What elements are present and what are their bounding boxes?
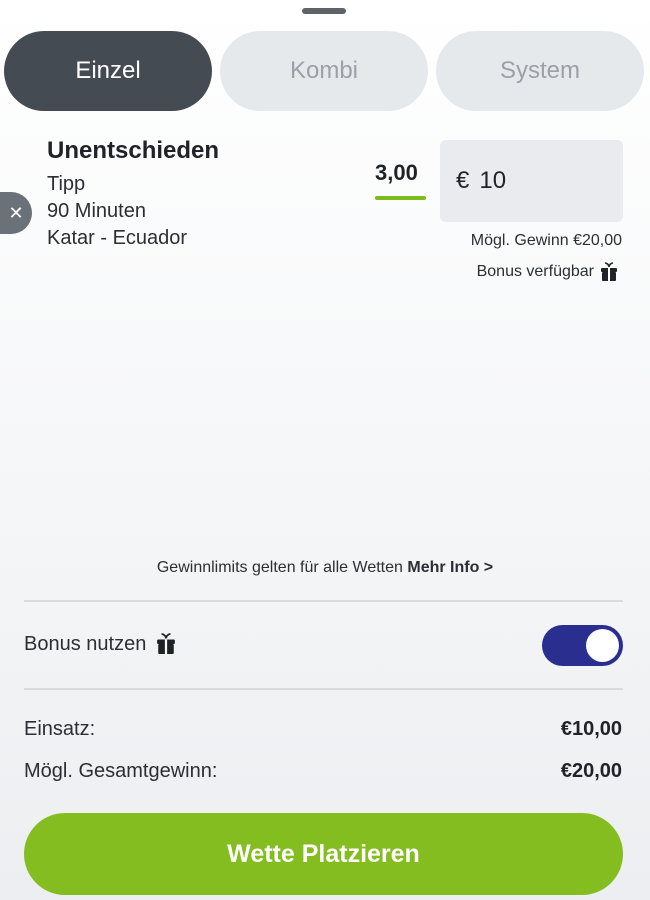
win-limits-text: Gewinnlimits gelten für alle Wetten	[156, 559, 403, 576]
stake-input[interactable]: € 10	[440, 140, 623, 222]
total-win-value: €20,00	[560, 760, 622, 782]
bet-market: Tipp	[47, 173, 86, 195]
close-icon: ✕	[8, 202, 24, 223]
toggle-knob	[586, 629, 619, 662]
place-bet-button[interactable]: Wette Platzieren	[24, 813, 623, 895]
bonus-use-row: Bonus nutzen	[24, 632, 176, 656]
bonus-toggle[interactable]	[542, 625, 623, 666]
remove-bet-button[interactable]: ✕	[0, 192, 32, 234]
tab-kombi[interactable]: Kombi	[220, 31, 428, 111]
total-win-label: Mögl. Gesamtgewinn:	[24, 760, 218, 782]
win-limits-note: Gewinnlimits gelten für alle Wetten Mehr…	[0, 559, 650, 577]
stake-summary-label: Einsatz:	[24, 718, 96, 740]
bonus-use-label: Bonus nutzen	[24, 632, 147, 655]
bet-selection: Unentschieden	[47, 137, 220, 164]
bet-period: 90 Minuten	[47, 200, 146, 222]
stake-currency: €	[456, 167, 470, 194]
bet-odds: 3,00	[375, 160, 418, 185]
odds-underline	[375, 196, 426, 200]
more-info-link[interactable]: Mehr Info >	[407, 559, 493, 576]
divider	[24, 600, 623, 602]
bonus-available: Bonus verfügbar	[477, 262, 618, 282]
stake-summary-value: €10,00	[560, 718, 622, 740]
drag-handle[interactable]	[302, 8, 346, 14]
bet-type-tabs: Einzel Kombi System	[4, 31, 646, 111]
bonus-available-label: Bonus verfügbar	[476, 263, 594, 280]
stake-value: 10	[479, 167, 507, 194]
tab-system[interactable]: System	[436, 31, 644, 111]
divider	[24, 688, 623, 690]
possible-win: Mögl. Gewinn €20,00	[470, 232, 622, 249]
bet-event: Katar - Ecuador	[47, 227, 188, 249]
tab-einzel[interactable]: Einzel	[4, 31, 212, 111]
gift-icon	[601, 262, 617, 281]
gift-icon	[157, 633, 176, 654]
